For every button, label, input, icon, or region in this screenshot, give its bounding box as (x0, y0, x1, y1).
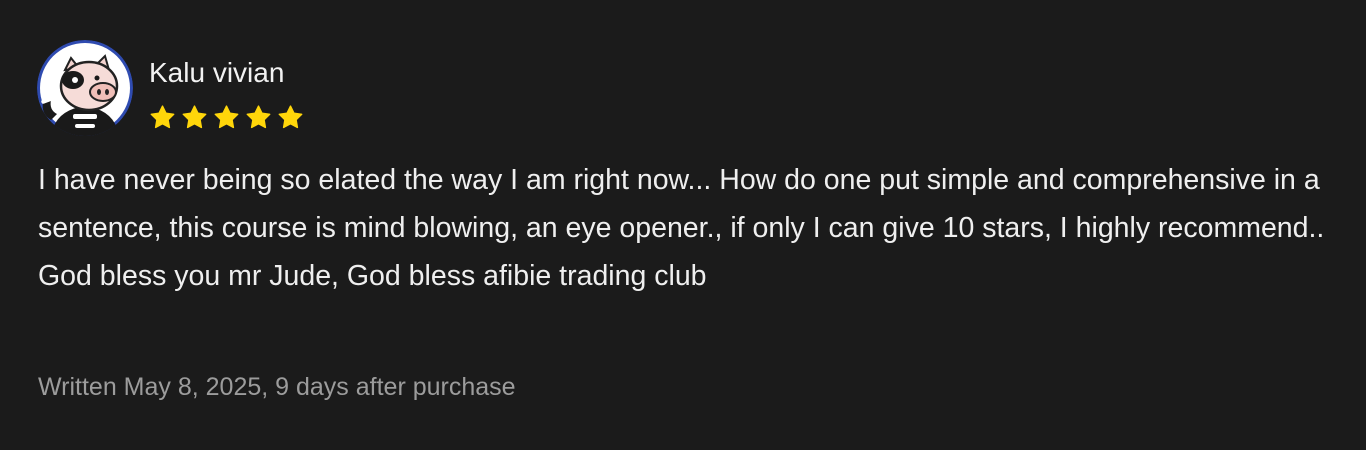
star-icon (181, 104, 208, 130)
pig-avatar-icon (37, 40, 133, 136)
review-text: I have never being so elated the way I a… (38, 164, 1325, 292)
star-icon (245, 104, 272, 130)
star-icon (149, 104, 176, 130)
star-rating (149, 104, 304, 130)
star-icon (277, 104, 304, 130)
review-card: Kalu vivian I have never being so elated… (0, 0, 1366, 450)
star-icon (213, 104, 240, 130)
review-date: Written May 8, 2025, 9 days after purcha… (38, 373, 516, 401)
reviewer-name: Kalu vivian (149, 57, 285, 88)
